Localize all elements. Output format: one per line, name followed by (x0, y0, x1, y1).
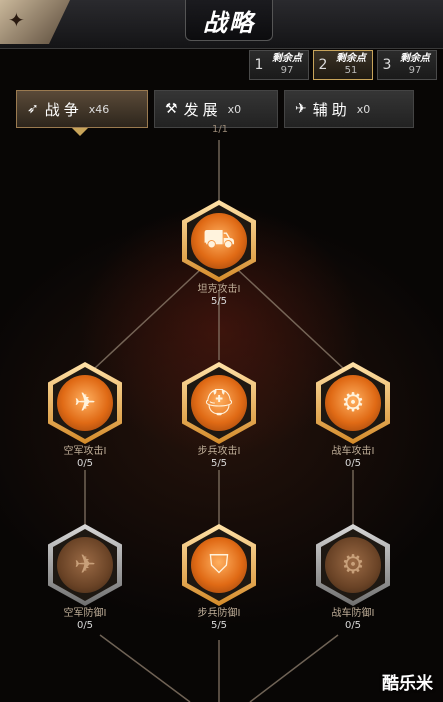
skill-hex: ✈ (48, 362, 122, 444)
skill-progress: 5/5 (210, 458, 228, 469)
connector-line (99, 634, 191, 702)
aircraft-icon: ✈ (57, 375, 113, 431)
skill-name: 空军攻击I (63, 446, 107, 457)
skill-progress: 5/5 (210, 620, 228, 631)
vehicle-icon: ⚙ (325, 375, 381, 431)
vehicle-shield-icon: ⚙ (325, 537, 381, 593)
skill-progress: 5/5 (210, 296, 228, 307)
skill-progress: 0/5 (76, 458, 94, 469)
skill-hex: ⛟ (182, 200, 256, 282)
skill-name: 空军防御I (63, 608, 107, 619)
skill-hex: ✈ (48, 524, 122, 606)
skill-name: 步兵攻击I (197, 446, 241, 457)
skill-name: 步兵防御I (197, 608, 241, 619)
skill-node-infantry-attack[interactable]: ⛑ 步兵攻击I 5/5 (176, 362, 262, 470)
skill-node-air-attack[interactable]: ✈ 空军攻击I 0/5 (42, 362, 128, 470)
skill-node-vehicle-attack[interactable]: ⚙ 战车攻击I 0/5 (310, 362, 396, 470)
skill-progress: 0/5 (344, 458, 362, 469)
skill-hex: ⚙ (316, 362, 390, 444)
skill-node-tank-attack[interactable]: ⛟ 坦克攻击I 5/5 (176, 200, 262, 308)
skill-progress: 0/5 (76, 620, 94, 631)
skill-node-air-defense[interactable]: ✈ 空军防御I 0/5 (42, 524, 128, 632)
skill-hex: ⚙ (316, 524, 390, 606)
skill-name: 战车防御I (331, 608, 375, 619)
helmet-icon: ⛑ (191, 375, 247, 431)
skill-node-infantry-defense[interactable]: ⛉ 步兵防御I 5/5 (176, 524, 262, 632)
skill-progress: 0/5 (344, 620, 362, 631)
skill-hex: ⛉ (182, 524, 256, 606)
previous-skill-progress: 1/1 (211, 124, 229, 135)
skill-name: 坦克攻击I (197, 284, 241, 295)
skill-name: 战车攻击I (331, 446, 375, 457)
air-shield-icon: ✈ (57, 537, 113, 593)
skill-node-vehicle-defense[interactable]: ⚙ 战车防御I 0/5 (310, 524, 396, 632)
skill-hex: ⛑ (182, 362, 256, 444)
watermark: 酷乐米 (382, 674, 433, 694)
tank-icon: ⛟ (191, 213, 247, 269)
connector-line (249, 634, 339, 702)
shield-icon: ⛉ (191, 537, 247, 593)
